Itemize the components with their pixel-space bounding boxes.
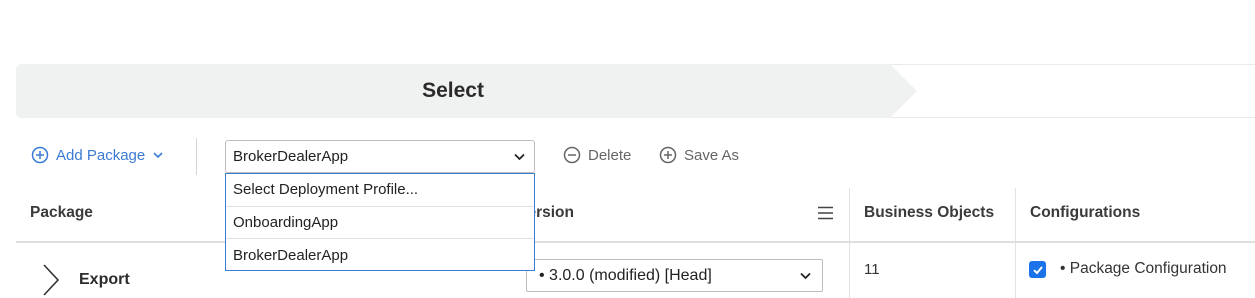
chevron-down-icon	[153, 152, 163, 159]
profile-select-value: BrokerDealerApp	[233, 148, 349, 165]
deployment-profile-menu: Select Deployment Profile... OnboardingA…	[225, 173, 535, 271]
column-header-package[interactable]: Package	[30, 204, 93, 222]
delete-label: Delete	[588, 146, 632, 164]
business-objects-count: 11	[864, 261, 880, 278]
profile-option[interactable]: OnboardingApp	[226, 207, 534, 239]
save-as-button[interactable]: Save As	[659, 146, 739, 164]
column-separator	[849, 188, 850, 298]
hamburger-menu-icon[interactable]	[818, 206, 833, 220]
chevron-down-icon	[514, 153, 525, 161]
delete-button[interactable]: Delete	[563, 146, 631, 164]
plus-circle-icon	[31, 146, 49, 164]
column-separator	[1015, 188, 1016, 298]
toolbar-divider	[196, 138, 197, 175]
save-as-label: Save As	[684, 146, 740, 164]
chevron-down-icon	[800, 272, 811, 280]
configuration-label: • Package Configuration	[1060, 260, 1227, 277]
wizard-steps: Select	[16, 64, 1255, 118]
version-select[interactable]: • 3.0.0 (modified) [Head]	[526, 259, 823, 292]
table-header-divider	[16, 241, 1255, 243]
version-select-value: • 3.0.0 (modified) [Head]	[539, 266, 712, 284]
wizard-step-title: Select	[422, 79, 484, 102]
profile-option[interactable]: Select Deployment Profile...	[226, 174, 534, 207]
add-package-button[interactable]: Add Package	[31, 146, 164, 164]
plus-circle-icon	[659, 146, 677, 164]
minus-circle-icon	[563, 146, 581, 164]
deployment-profile-select[interactable]: BrokerDealerApp	[225, 140, 535, 173]
package-name: Export	[79, 271, 130, 288]
check-icon	[1032, 265, 1043, 274]
chevron-right-icon[interactable]	[40, 262, 62, 298]
configuration-checkbox[interactable]	[1029, 261, 1046, 278]
column-header-configurations[interactable]: Configurations	[1030, 204, 1140, 222]
column-header-business-objects[interactable]: Business Objects	[864, 204, 994, 222]
add-package-label: Add Package	[56, 146, 146, 164]
profile-option[interactable]: BrokerDealerApp	[226, 239, 534, 272]
